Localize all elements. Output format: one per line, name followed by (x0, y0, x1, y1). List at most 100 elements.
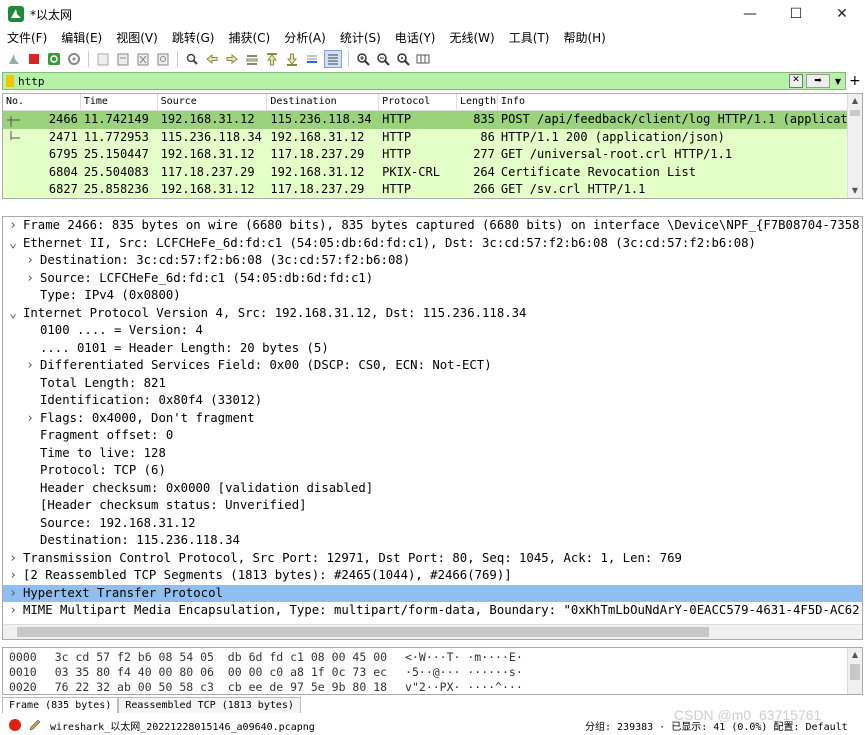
collapsed-chevron-icon[interactable]: › (7, 585, 19, 603)
detail-tree-item[interactable]: Source: 192.168.31.12 (3, 515, 862, 533)
column-header-destination[interactable]: Destination (267, 94, 380, 110)
detail-tree-item[interactable]: Total Length: 821 (3, 375, 862, 393)
expanded-chevron-icon[interactable]: ⌄ (7, 305, 19, 323)
shark-fin-start-icon[interactable] (6, 51, 22, 67)
column-header-info[interactable]: Info (498, 94, 862, 110)
zoom-out-icon[interactable] (375, 51, 391, 67)
column-header-source[interactable]: Source (158, 94, 268, 110)
expanded-chevron-icon[interactable]: ⌄ (7, 235, 19, 253)
hex-bytes[interactable]: 76 22 32 ab 00 50 58 c3 cb ee de 97 5e 9… (55, 680, 387, 694)
menu-capture[interactable]: 捕获(C) (221, 28, 277, 48)
menu-edit[interactable]: 编辑(E) (54, 28, 109, 48)
detail-tree-item[interactable]: 0100 .... = Version: 4 (3, 322, 862, 340)
detail-tree-item[interactable]: › Frame 2466: 835 bytes on wire (6680 bit… (3, 217, 862, 235)
menu-file[interactable]: 文件(F) (0, 28, 54, 48)
detail-tree-item[interactable]: › Destination: 3c:cd:57:f2:b6:08 (3c:cd:5… (3, 252, 862, 270)
packet-row[interactable]: 2466 11.742149 192.168.31.12 115.236.118.34… (3, 111, 862, 129)
options-gear-icon[interactable] (66, 51, 82, 67)
packet-row[interactable]: 6827 25.858236 192.168.31.12 117.18.237.29 H… (3, 181, 862, 198)
detail-tree-item[interactable]: › [2 Reassembled TCP Segments (1813 bytes… (3, 567, 862, 585)
last-packet-icon[interactable] (284, 51, 300, 67)
detail-tree-item[interactable]: ⌄ Ethernet II, Src: LCFCHeFe_6d:fd:c1 (54… (3, 235, 862, 253)
goto-packet-icon[interactable] (244, 51, 260, 67)
detail-tree-item[interactable]: Destination: 115.236.118.34 (3, 532, 862, 550)
autoscroll-icon[interactable] (304, 51, 320, 67)
packet-row[interactable]: 6804 25.504083 117.18.237.29 192.168.31.12 P… (3, 163, 862, 181)
packet-row[interactable]: 2471 11.772953 115.236.118.34 192.168.31.12… (3, 128, 862, 146)
detail-tree-item[interactable]: Time to live: 128 (3, 445, 862, 463)
close-button[interactable]: ✕ (819, 0, 865, 28)
display-filter-input[interactable]: http (18, 75, 789, 88)
maximize-button[interactable]: ☐ (773, 0, 819, 28)
detail-tree-item[interactable]: › Hypertext Transfer Protocol (3, 584, 862, 603)
collapsed-chevron-icon[interactable]: › (24, 270, 36, 288)
stop-square-icon[interactable] (26, 51, 42, 67)
first-packet-icon[interactable] (264, 51, 280, 67)
zoom-normal-icon[interactable] (395, 51, 411, 67)
detail-tree-item[interactable]: › Source: LCFCHeFe_6d:fd:c1 (54:05:db:6d:… (3, 270, 862, 288)
forward-arrow-icon[interactable] (224, 51, 240, 67)
menu-analyze[interactable]: 分析(A) (277, 28, 333, 48)
detail-tree-item[interactable]: Type: IPv4 (0x0800) (3, 287, 862, 305)
back-arrow-icon[interactable] (204, 51, 220, 67)
menu-wireless[interactable]: 无线(W) (443, 28, 502, 48)
scroll-up-arrow-icon[interactable]: ▲ (848, 94, 862, 108)
menu-telephony[interactable]: 电话(Y) (388, 28, 443, 48)
scroll-down-arrow-icon[interactable]: ▼ (848, 184, 862, 198)
filter-bookmark-icon[interactable] (6, 75, 14, 87)
details-horizontal-scrollbar[interactable] (3, 624, 862, 639)
detail-tree-item[interactable]: › Differentiated Services Field: 0x00 (DS… (3, 357, 862, 375)
column-header-length[interactable]: Length (457, 94, 498, 110)
hex-bytes[interactable]: 03 35 80 f4 40 00 80 06 00 00 c0 a8 1f 0… (55, 665, 387, 679)
ascii-bytes[interactable]: v"2··PX· ····^··· (405, 680, 523, 694)
minimize-button[interactable]: — (727, 0, 773, 28)
ascii-bytes[interactable]: <·W···T· ·m····E· (405, 650, 523, 664)
detail-tree-item[interactable]: ⌄ Internet Protocol Version 4, Src: 192.1… (3, 305, 862, 323)
add-filter-button-plus-icon[interactable]: + (849, 72, 861, 90)
detail-tree-item[interactable]: › Flags: 0x4000, Don't fragment (3, 410, 862, 428)
expert-info-icon[interactable] (8, 718, 22, 732)
menu-help[interactable]: 帮助(H) (556, 28, 612, 48)
collapsed-chevron-icon[interactable]: › (7, 550, 19, 568)
detail-tree-item[interactable]: Protocol: TCP (6) (3, 462, 862, 480)
capture-comment-pencil-icon[interactable] (28, 718, 42, 732)
packet-list-scrollbar[interactable]: ▲ ▼ (847, 94, 862, 198)
detail-tree-item[interactable]: › Transmission Control Protocol, Src Port… (3, 550, 862, 568)
scrollbar-thumb[interactable] (850, 110, 860, 116)
save-file-icon[interactable] (115, 51, 131, 67)
column-header-protocol[interactable]: Protocol (379, 94, 457, 110)
detail-tree-item[interactable]: Identification: 0x80f4 (33012) (3, 392, 862, 410)
detail-tree-item[interactable]: Fragment offset: 0 (3, 427, 862, 445)
apply-filter-arrow-icon[interactable]: ➡ (806, 74, 830, 88)
open-file-icon[interactable] (95, 51, 111, 67)
hex-offset[interactable]: 0010 (9, 665, 37, 679)
detail-tree-item[interactable]: [Header checksum status: Unverified] (3, 497, 862, 515)
scrollbar-thumb[interactable] (850, 664, 860, 680)
detail-tree-item[interactable]: .... 0101 = Header Length: 20 bytes (5) (3, 340, 862, 358)
scrollbar-thumb[interactable] (17, 627, 709, 637)
menu-tools[interactable]: 工具(T) (502, 28, 557, 48)
menu-statistics[interactable]: 统计(S) (333, 28, 388, 48)
hex-bytes[interactable]: 3c cd 57 f2 b6 08 54 05 db 6d fd c1 08 0… (55, 650, 387, 664)
column-header-no[interactable]: No. (3, 94, 81, 110)
scroll-up-arrow-icon[interactable]: ▲ (848, 648, 862, 662)
tab-reassembled-tcp[interactable]: Reassembled TCP (1813 bytes) (118, 697, 301, 713)
resize-columns-icon[interactable] (415, 51, 431, 67)
column-header-time[interactable]: Time (81, 94, 158, 110)
close-file-icon[interactable] (135, 51, 151, 67)
find-icon[interactable] (184, 51, 200, 67)
filter-history-dropdown-icon[interactable]: ▼ (833, 77, 843, 86)
bytes-scrollbar[interactable]: ▲ (847, 648, 862, 694)
collapsed-chevron-icon[interactable]: › (24, 357, 36, 375)
detail-tree-item[interactable]: › MIME Multipart Media Encapsulation, Typ… (3, 602, 862, 620)
collapsed-chevron-icon[interactable]: › (7, 217, 19, 235)
menu-go[interactable]: 跳转(G) (165, 28, 222, 48)
menu-view[interactable]: 视图(V) (109, 28, 165, 48)
detail-tree-item[interactable]: Header checksum: 0x0000 [validation disa… (3, 480, 862, 498)
reload-icon[interactable] (155, 51, 171, 67)
ascii-bytes[interactable]: ·5··@··· ······s· (405, 665, 523, 679)
colorize-icon[interactable] (324, 50, 342, 68)
restart-icon[interactable] (46, 51, 62, 67)
collapsed-chevron-icon[interactable]: › (24, 252, 36, 270)
collapsed-chevron-icon[interactable]: › (24, 410, 36, 428)
